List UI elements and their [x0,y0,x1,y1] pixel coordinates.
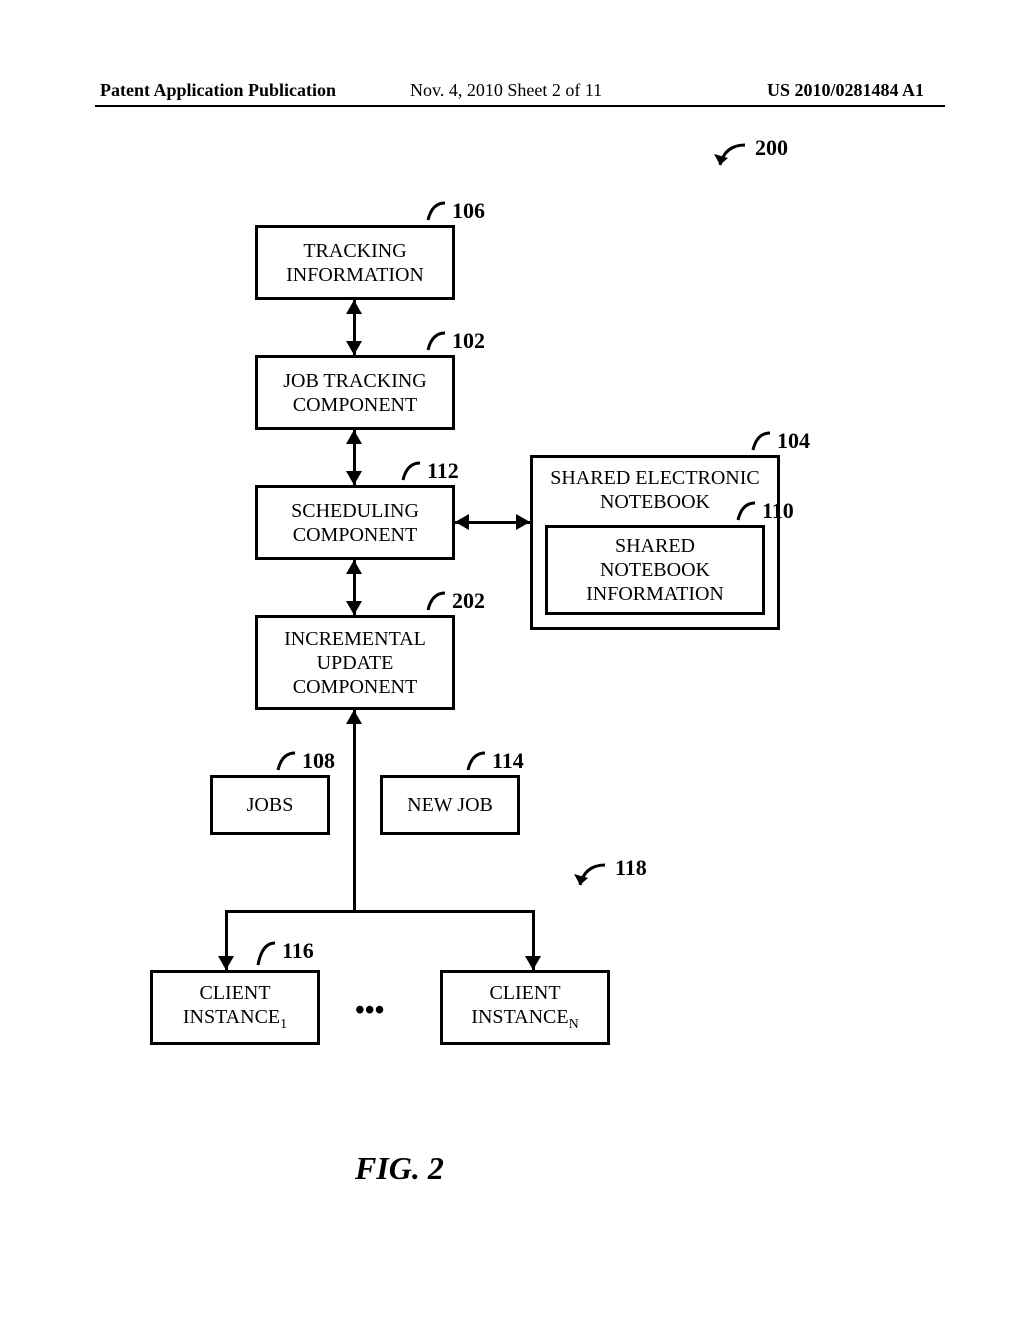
box-new-job-label: NEW JOB [407,793,493,817]
connector [353,710,356,910]
arrowhead-down-icon [346,341,362,355]
ref-116: 116 [282,938,314,964]
box-job-tracking-component-label: JOB TRACKING COMPONENT [283,369,427,417]
ref-114: 114 [492,748,524,774]
figure-caption: FIG. 2 [355,1150,444,1187]
arrowhead-down-icon [525,956,541,970]
hook-icon [420,200,450,225]
hook-icon [460,750,490,775]
box-shared-electronic-notebook-label: SHARED ELECTRONIC NOTEBOOK [550,466,759,514]
box-incremental-update-component-label: INCREMENTAL UPDATE COMPONENT [284,627,426,699]
ref-110: 110 [762,498,794,524]
box-client-instance-n: CLIENT INSTANCEN [440,970,610,1045]
hook-icon [270,750,300,775]
arrowhead-down-icon [346,471,362,485]
box-scheduling-component: SCHEDULING COMPONENT [255,485,455,560]
box-new-job: NEW JOB [380,775,520,835]
header-rule [95,105,945,107]
ref-102: 102 [452,328,485,354]
hook-icon [710,140,750,170]
hook-icon [395,460,425,485]
box-job-tracking-component: JOB TRACKING COMPONENT [255,355,455,430]
box-incremental-update-component: INCREMENTAL UPDATE COMPONENT [255,615,455,710]
ref-104: 104 [777,428,810,454]
header-left: Patent Application Publication [100,80,336,101]
hook-icon [570,860,610,890]
arrowhead-left-icon [455,514,469,530]
box-tracking-information: TRACKING INFORMATION [255,225,455,300]
box-client-instance-1: CLIENT INSTANCE1 [150,970,320,1045]
ref-202: 202 [452,588,485,614]
box-scheduling-component-label: SCHEDULING COMPONENT [291,499,419,547]
ref-106: 106 [452,198,485,224]
arrowhead-up-icon [346,560,362,574]
box-jobs-label: JOBS [247,793,294,817]
ref-112: 112 [427,458,459,484]
arrowhead-up-icon [346,300,362,314]
ref-118: 118 [615,855,647,881]
hook-icon [250,940,280,970]
box-client-instance-n-label: CLIENT INSTANCEN [471,981,578,1034]
arrowhead-up-icon [346,430,362,444]
box-client-instance-1-label: CLIENT INSTANCE1 [183,981,287,1034]
header-right: US 2010/0281484 A1 [767,80,924,101]
ref-108: 108 [302,748,335,774]
hook-icon [730,500,760,525]
hook-icon [420,590,450,615]
hook-icon [420,330,450,355]
page: Patent Application Publication Nov. 4, 2… [0,0,1024,1320]
header-mid: Nov. 4, 2010 Sheet 2 of 11 [410,80,602,101]
box-shared-notebook-information-label: SHARED NOTEBOOK INFORMATION [586,534,724,606]
arrowhead-up-icon [346,710,362,724]
ellipsis-icon: ••• [355,995,384,1027]
arrowhead-down-icon [346,601,362,615]
connector [225,910,535,913]
box-shared-notebook-information: SHARED NOTEBOOK INFORMATION [545,525,765,615]
ref-200: 200 [755,135,788,161]
arrowhead-right-icon [516,514,530,530]
box-tracking-information-label: TRACKING INFORMATION [286,239,424,287]
box-jobs: JOBS [210,775,330,835]
arrowhead-down-icon [218,956,234,970]
hook-icon [745,430,775,455]
